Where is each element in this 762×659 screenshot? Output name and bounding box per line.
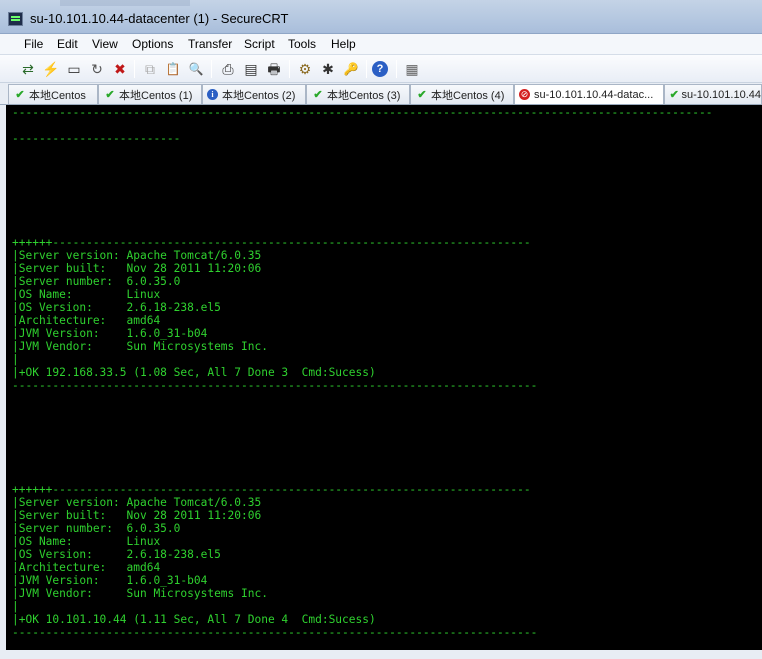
menu-transfer[interactable]: Transfer bbox=[188, 37, 232, 51]
tab-su-10-101-10-44[interactable]: ✔ su-10.101.10.44 bbox=[664, 84, 762, 104]
connect-icon[interactable]: ⇄ bbox=[18, 59, 38, 79]
reconnect-icon[interactable]: ↻ bbox=[87, 59, 107, 79]
tab-local-centos-4[interactable]: ✔ 本地Centos (4) bbox=[410, 84, 514, 104]
tab-label: 本地Centos bbox=[29, 89, 86, 102]
toolbar: ⇄ ⚡ ▭ ↻ ✖ ⧉ 📋 🔍 ⎙ ▤ 🖶 ⚙ ✱ 🔑 ? ▦ bbox=[0, 55, 762, 83]
toolbar-separator bbox=[211, 60, 212, 78]
print-selection-icon[interactable]: ▤ bbox=[241, 59, 261, 79]
menu-bar: File Edit View Options Transfer Script T… bbox=[0, 34, 762, 55]
tab-label: su-10.101.10.44 bbox=[681, 88, 761, 101]
menu-help[interactable]: Help bbox=[331, 37, 356, 51]
toolbar-separator bbox=[396, 60, 397, 78]
window-bottom-edge bbox=[0, 650, 762, 659]
quick-connect-icon[interactable]: ⚡ bbox=[41, 59, 61, 79]
connect-in-tab-icon[interactable]: ▭ bbox=[64, 59, 84, 79]
tab-label: 本地Centos (2) bbox=[222, 89, 296, 102]
menu-file[interactable]: File bbox=[24, 37, 43, 51]
background-window-edge bbox=[60, 0, 190, 6]
copy-icon[interactable]: ⧉ bbox=[140, 59, 160, 79]
tab-su-datacenter[interactable]: ⊘ su-10.101.10.44-datac... bbox=[514, 84, 664, 104]
keymap-icon[interactable]: 🔑 bbox=[341, 59, 361, 79]
terminal-screen[interactable]: ----------------------------------------… bbox=[0, 105, 762, 659]
session-options-icon[interactable]: ⚙ bbox=[295, 59, 315, 79]
check-icon: ✔ bbox=[105, 89, 115, 101]
menu-options[interactable]: Options bbox=[132, 37, 173, 51]
menu-view[interactable]: View bbox=[92, 37, 118, 51]
title-bar[interactable]: su-10.101.10.44-datacenter (1) - SecureC… bbox=[0, 0, 762, 34]
menu-script[interactable]: Script bbox=[244, 37, 275, 51]
terminal-output: ----------------------------------------… bbox=[12, 106, 713, 639]
disconnect-icon[interactable]: ✖ bbox=[110, 59, 130, 79]
find-icon[interactable]: 🔍 bbox=[186, 59, 206, 79]
tab-label: 本地Centos (4) bbox=[431, 89, 505, 102]
check-icon: ✔ bbox=[669, 89, 679, 101]
menu-edit[interactable]: Edit bbox=[57, 37, 78, 51]
toolbar-separator bbox=[134, 60, 135, 78]
sftp-icon[interactable]: ▦ bbox=[402, 59, 422, 79]
tab-local-centos-1[interactable]: ✔ 本地Centos (1) bbox=[98, 84, 202, 104]
tab-local-centos-2[interactable]: i 本地Centos (2) bbox=[202, 84, 306, 104]
session-tab-bar: ✔ 本地Centos ✔ 本地Centos (1) i 本地Centos (2)… bbox=[0, 83, 762, 105]
check-icon: ✔ bbox=[15, 89, 25, 101]
check-icon: ✔ bbox=[417, 89, 427, 101]
global-options-icon[interactable]: ✱ bbox=[318, 59, 338, 79]
toolbar-separator bbox=[366, 60, 367, 78]
paste-icon[interactable]: 📋 bbox=[163, 59, 183, 79]
print-setup-icon[interactable]: ⎙ bbox=[218, 59, 238, 79]
menu-tools[interactable]: Tools bbox=[288, 37, 316, 51]
window-title: su-10.101.10.44-datacenter (1) - SecureC… bbox=[30, 11, 289, 26]
tab-label: 本地Centos (1) bbox=[119, 89, 193, 102]
print-icon[interactable]: 🖶 bbox=[264, 59, 284, 79]
toolbar-separator bbox=[289, 60, 290, 78]
tab-label: 本地Centos (3) bbox=[327, 89, 401, 102]
tab-local-centos-3[interactable]: ✔ 本地Centos (3) bbox=[306, 84, 410, 104]
tab-label: su-10.101.10.44-datac... bbox=[534, 88, 654, 101]
check-icon: ✔ bbox=[313, 89, 323, 101]
info-icon: i bbox=[207, 89, 218, 100]
error-icon: ⊘ bbox=[519, 89, 530, 100]
tab-local-centos[interactable]: ✔ 本地Centos bbox=[8, 84, 98, 104]
help-icon[interactable]: ? bbox=[372, 61, 388, 77]
securecrt-app-icon[interactable] bbox=[8, 12, 23, 26]
